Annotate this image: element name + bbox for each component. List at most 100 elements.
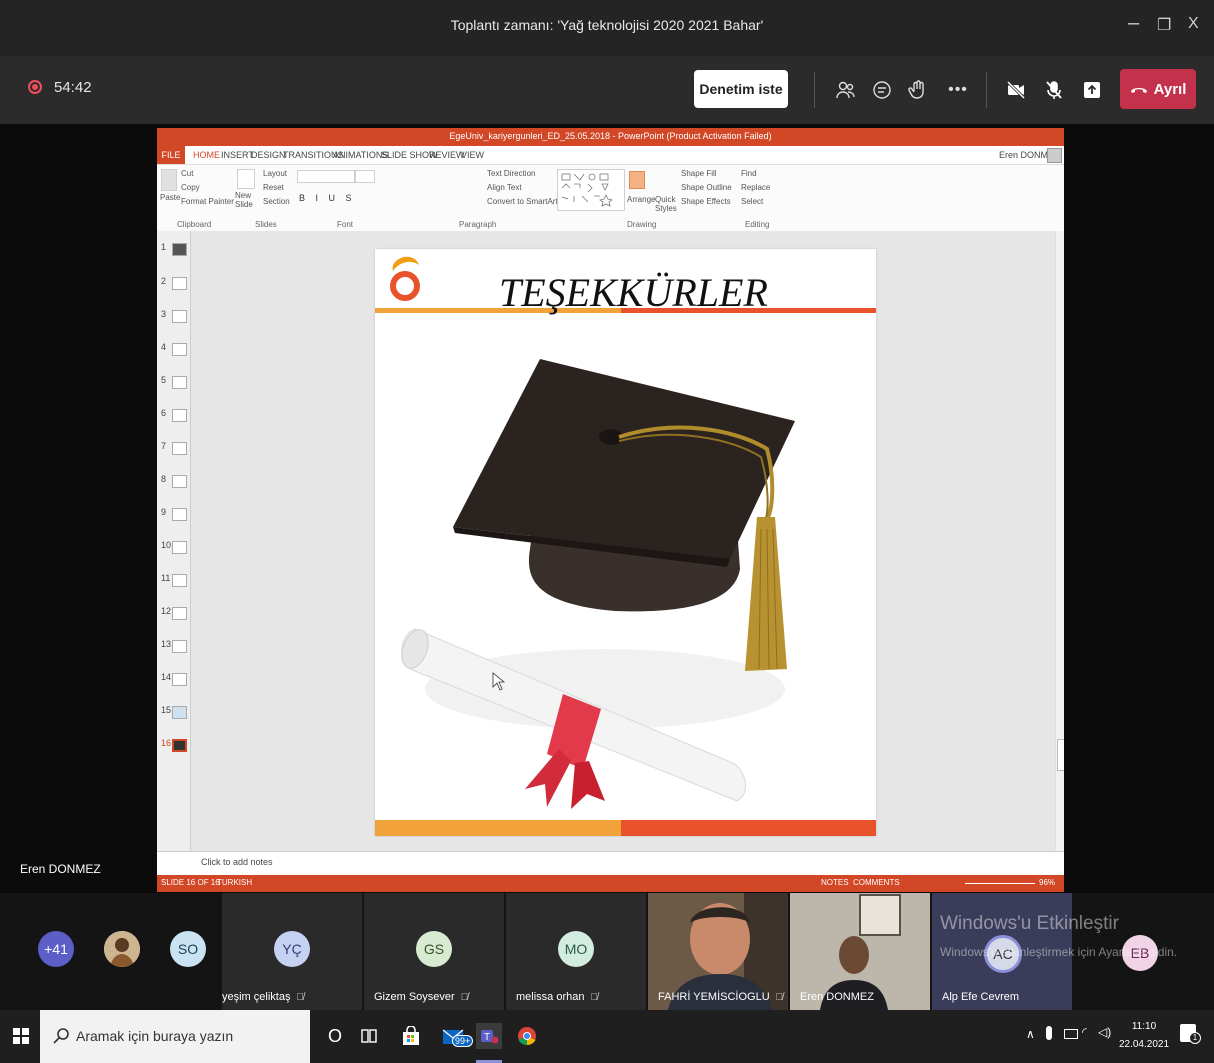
participant-video-tile[interactable]: FAHRİ YEMİSCİOGLU 🎙̸ (648, 893, 788, 1010)
slide-thumbnail[interactable]: 8 (159, 471, 189, 491)
slide-thumbnail[interactable]: 9 (159, 504, 189, 524)
replace-button[interactable]: Replace (741, 183, 770, 192)
shape-fill-button[interactable]: Shape Fill (681, 169, 717, 178)
request-control-button[interactable]: Denetim iste (694, 70, 788, 108)
share-screen-icon[interactable] (1076, 74, 1108, 106)
new-slide-button[interactable]: New Slide (235, 191, 259, 209)
notes-pane[interactable]: Click to add notes (157, 851, 1064, 876)
section-button[interactable]: Section (263, 197, 290, 206)
arrange-icon[interactable] (629, 171, 645, 189)
slide-thumbnail[interactable]: 6 (159, 405, 189, 425)
slide-thumbnail[interactable]: 12 (159, 603, 189, 623)
ppt-tab-file[interactable]: FILE (157, 146, 185, 164)
tray-expand-icon[interactable]: ∧ (1026, 1027, 1035, 1041)
font-format-icons[interactable]: B I U S (299, 193, 356, 203)
align-text-button[interactable]: Align Text (487, 183, 522, 192)
participant-avatar: GS (416, 931, 452, 967)
participant-name: Gizem Soysever (374, 991, 455, 1003)
participants-strip: +41 SO YÇ yeşim çeliktaş 🎙̸ GS Gizem Soys… (0, 893, 1214, 1010)
meeting-timer: 54:42 (54, 79, 92, 96)
format-painter-button[interactable]: Format Painter (181, 197, 234, 206)
status-notes-button[interactable]: NOTES (821, 878, 849, 887)
current-slide[interactable]: TEŞEKKÜRLER (375, 249, 876, 836)
shape-outline-button[interactable]: Shape Outline (681, 183, 732, 192)
windows-start-icon[interactable] (8, 1023, 34, 1049)
participant-tile[interactable]: YÇ yeşim çeliktaş 🎙̸ (222, 893, 362, 1010)
participant-photo-avatar[interactable] (104, 931, 140, 967)
minimize-button[interactable]: – (1128, 12, 1139, 35)
ppt-tab-insert[interactable]: INSERT (221, 150, 254, 160)
arrange-button[interactable]: Arrange (627, 195, 655, 204)
notification-center-icon[interactable]: 1 (1180, 1024, 1201, 1044)
find-button[interactable]: Find (741, 169, 757, 178)
notification-count: 1 (1189, 1032, 1201, 1044)
restore-button[interactable]: ❐ (1157, 15, 1171, 35)
slide-thumbnail[interactable]: 13 (159, 636, 189, 656)
quick-styles-button[interactable]: Quick Styles (655, 195, 677, 213)
camera-off-icon[interactable] (1000, 74, 1032, 106)
ppt-tab-review[interactable]: REVIEW (429, 150, 465, 160)
slide-thumbnail[interactable]: 4 (159, 339, 189, 359)
task-view-icon[interactable] (356, 1023, 382, 1049)
participant-video-tile[interactable]: Eren DONMEZ (790, 893, 930, 1010)
slide-thumbnail[interactable]: 11 (159, 570, 189, 590)
paste-icon[interactable] (161, 169, 177, 191)
battery-icon[interactable] (1064, 1029, 1078, 1039)
mail-icon[interactable]: 99+ (440, 1023, 474, 1049)
chat-icon[interactable] (866, 74, 898, 106)
text-direction-button[interactable]: Text Direction (487, 169, 535, 178)
slide-thumbnail[interactable]: 15 (159, 702, 189, 722)
slide-thumbnail-selected[interactable]: 16 (159, 735, 189, 755)
slide-thumbnail[interactable]: 1 (159, 239, 189, 259)
slide-thumbnail[interactable]: 5 (159, 372, 189, 392)
participant-tile[interactable]: MO melissa orhan 🎙̸ (506, 893, 646, 1010)
participants-icon[interactable] (830, 74, 862, 106)
chrome-icon[interactable] (514, 1023, 540, 1049)
slide-thumbnail[interactable]: 2 (159, 273, 189, 293)
more-options-icon[interactable]: ••• (942, 74, 974, 106)
raise-hand-icon[interactable] (902, 74, 934, 106)
tray-mic-icon[interactable] (1046, 1026, 1052, 1040)
more-participants-button[interactable]: +41 (38, 931, 74, 967)
slide-thumbnail[interactable]: 10 (159, 537, 189, 557)
participant-tile[interactable]: GS Gizem Soysever 🎙̸ (364, 893, 504, 1010)
status-language[interactable]: TURKISH (217, 878, 252, 887)
slide-thumbnail[interactable]: 14 (159, 669, 189, 689)
reset-button[interactable]: Reset (263, 183, 284, 192)
mic-off-icon[interactable] (1038, 74, 1070, 106)
select-button[interactable]: Select (741, 197, 763, 206)
font-name-box[interactable] (297, 170, 355, 183)
leave-button[interactable]: Ayrıl (1120, 69, 1196, 109)
zoom-level[interactable]: 96% (1039, 878, 1055, 887)
cortana-icon[interactable]: O (322, 1023, 348, 1049)
convert-smartart-button[interactable]: Convert to SmartArt (487, 197, 558, 206)
status-comments-button[interactable]: COMMENTS (853, 878, 900, 887)
zoom-slider[interactable] (965, 883, 1035, 884)
window-title: Toplantı zamanı: 'Yağ teknolojisi 2020 2… (450, 17, 764, 33)
scrollbar-thumb[interactable] (1057, 739, 1064, 771)
ppt-tab-design[interactable]: DESIGN (251, 150, 286, 160)
store-icon[interactable] (398, 1023, 424, 1049)
close-button[interactable]: X (1188, 15, 1199, 33)
status-slide-count: SLIDE 16 OF 16 (161, 878, 220, 887)
slide-thumbnail[interactable]: 7 (159, 438, 189, 458)
shapes-gallery[interactable] (557, 169, 625, 211)
slide-thumbnail[interactable]: 3 (159, 306, 189, 326)
wifi-icon[interactable]: ◜ (1082, 1025, 1087, 1039)
teams-icon[interactable]: T (476, 1023, 502, 1049)
cut-button[interactable]: Cut (181, 169, 193, 178)
volume-icon[interactable]: ◁) (1098, 1025, 1111, 1039)
new-slide-icon[interactable] (237, 169, 255, 189)
font-size-box[interactable] (355, 170, 375, 183)
slide-scrollbar[interactable] (1055, 231, 1064, 851)
copy-button[interactable]: Copy (181, 183, 200, 192)
participant-avatar-so[interactable]: SO (170, 931, 206, 967)
taskbar-search[interactable]: Aramak için buraya yazın (40, 1010, 310, 1063)
ppt-tab-home[interactable]: HOME (193, 150, 220, 160)
shape-effects-button[interactable]: Shape Effects (681, 197, 731, 206)
paste-button[interactable]: Paste (160, 193, 180, 202)
participant-name: yeşim çeliktaş (222, 991, 291, 1003)
ppt-tab-view[interactable]: VIEW (461, 150, 484, 160)
taskbar-clock[interactable]: 11:10 22.04.2021 (1118, 1018, 1170, 1054)
layout-button[interactable]: Layout (263, 169, 287, 178)
